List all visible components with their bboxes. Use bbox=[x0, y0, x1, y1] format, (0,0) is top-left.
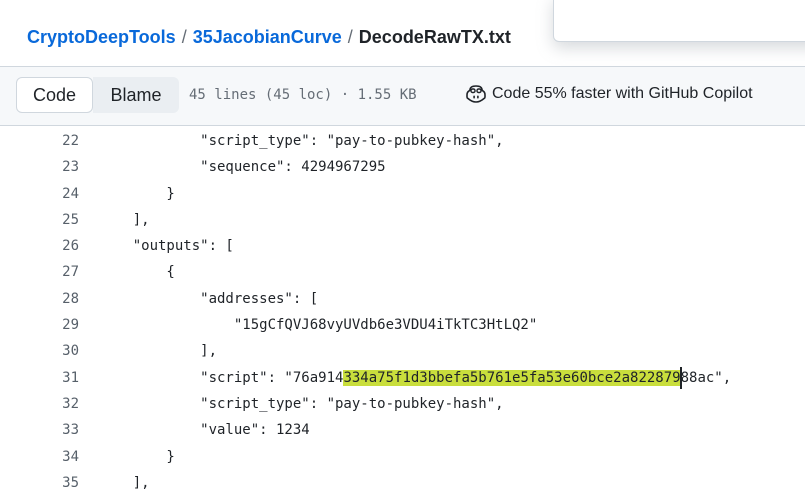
code-line: 27 { bbox=[0, 259, 805, 285]
code-line: 30 ], bbox=[0, 338, 805, 364]
line-number[interactable]: 34 bbox=[0, 444, 79, 470]
code-line-selected: 31 "script": "76a914334a75f1d3bbefa5b761… bbox=[0, 365, 805, 391]
code-text[interactable]: ], bbox=[79, 207, 150, 233]
code-line: 25 ], bbox=[0, 207, 805, 233]
popup-panel bbox=[553, 0, 805, 42]
line-number[interactable]: 35 bbox=[0, 470, 79, 496]
line-number[interactable]: 33 bbox=[0, 417, 79, 443]
code-text[interactable]: "value": 1234 bbox=[79, 417, 310, 443]
code-text[interactable]: "script": "76a914334a75f1d3bbefa5b761e5f… bbox=[79, 365, 731, 391]
code-text[interactable]: "script_type": "pay-to-pubkey-hash", bbox=[79, 128, 503, 154]
code-line: 35 ], bbox=[0, 470, 805, 496]
code-line: 26 "outputs": [ bbox=[0, 233, 805, 259]
file-info: 45 lines (45 loc) · 1.55 KB bbox=[189, 87, 417, 103]
line-number[interactable]: 28 bbox=[0, 286, 79, 312]
code-text-prefix: "script": "76a914 bbox=[99, 369, 344, 386]
code-line: 24 } bbox=[0, 181, 805, 207]
code-line: 33 "value": 1234 bbox=[0, 417, 805, 443]
code-line: 29 "15gCfQVJ68vyUVdb6e3VDU4iTkTC3HtLQ2" bbox=[0, 312, 805, 338]
code-view[interactable]: 22 "script_type": "pay-to-pubkey-hash", … bbox=[0, 128, 805, 496]
code-text[interactable]: "script_type": "pay-to-pubkey-hash", bbox=[79, 391, 503, 417]
line-number[interactable]: 26 bbox=[0, 233, 79, 259]
breadcrumb-file-name: DecodeRawTX.txt bbox=[358, 26, 511, 47]
code-text[interactable]: "sequence": 4294967295 bbox=[79, 154, 385, 180]
line-number[interactable]: 31 bbox=[0, 365, 79, 391]
code-text[interactable]: ], bbox=[79, 470, 150, 496]
code-text[interactable]: } bbox=[79, 444, 174, 470]
blame-tab[interactable]: Blame bbox=[93, 77, 179, 113]
breadcrumb-owner-link[interactable]: CryptoDeepTools bbox=[27, 27, 176, 48]
breadcrumb-repo-link[interactable]: 35JacobianCurve bbox=[193, 27, 342, 48]
file-toolbar: Code Blame 45 lines (45 loc) · 1.55 KB C… bbox=[0, 66, 805, 126]
line-number[interactable]: 23 bbox=[0, 154, 79, 180]
breadcrumb: CryptoDeepTools / 35JacobianCurve / Deco… bbox=[27, 26, 511, 48]
code-text[interactable]: "15gCfQVJ68vyUVdb6e3VDU4iTkTC3HtLQ2" bbox=[79, 312, 537, 338]
view-toggle: Code Blame bbox=[16, 77, 179, 113]
code-line: 32 "script_type": "pay-to-pubkey-hash", bbox=[0, 391, 805, 417]
line-number[interactable]: 27 bbox=[0, 259, 79, 285]
line-number[interactable]: 29 bbox=[0, 312, 79, 338]
code-line: 23 "sequence": 4294967295 bbox=[0, 154, 805, 180]
code-text[interactable]: } bbox=[79, 181, 174, 207]
code-text[interactable]: { bbox=[79, 259, 174, 285]
copilot-icon bbox=[466, 85, 486, 103]
line-number[interactable]: 32 bbox=[0, 391, 79, 417]
line-number[interactable]: 30 bbox=[0, 338, 79, 364]
code-text[interactable]: ], bbox=[79, 338, 217, 364]
code-text[interactable]: "addresses": [ bbox=[79, 286, 318, 312]
code-text[interactable]: "outputs": [ bbox=[79, 233, 234, 259]
code-line: 22 "script_type": "pay-to-pubkey-hash", bbox=[0, 128, 805, 154]
code-tab[interactable]: Code bbox=[16, 77, 93, 113]
breadcrumb-separator: / bbox=[181, 26, 187, 47]
code-line: 34 } bbox=[0, 444, 805, 470]
line-number[interactable]: 24 bbox=[0, 181, 79, 207]
line-number[interactable]: 25 bbox=[0, 207, 79, 233]
code-line: 28 "addresses": [ bbox=[0, 286, 805, 312]
copilot-link[interactable]: Code 55% faster with GitHub Copilot bbox=[466, 85, 753, 103]
selection-highlight[interactable]: 334a75f1d3bbefa5b761e5fa53e60bce2a822879 bbox=[343, 369, 681, 386]
line-number[interactable]: 22 bbox=[0, 128, 79, 154]
copilot-label: Code 55% faster with GitHub Copilot bbox=[492, 85, 753, 102]
code-text-suffix: 88ac", bbox=[680, 369, 732, 386]
breadcrumb-separator: / bbox=[347, 26, 353, 47]
